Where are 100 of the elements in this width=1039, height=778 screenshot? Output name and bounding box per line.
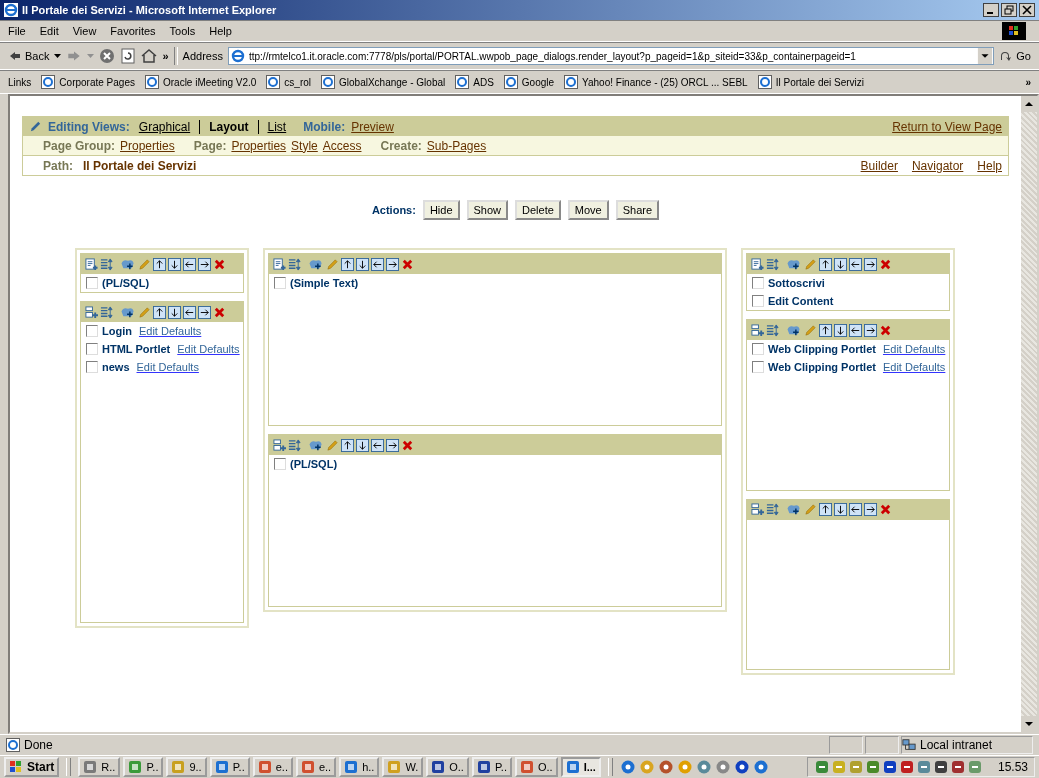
favorite-link[interactable]: Yahoo! Finance - (25) ORCL ... SEBL <box>564 75 748 89</box>
checkbox[interactable] <box>752 295 764 307</box>
menu-item[interactable]: Edit <box>39 25 59 37</box>
down-arrow-icon[interactable] <box>356 438 369 452</box>
page-icon[interactable] <box>144 75 159 89</box>
taskbar-button[interactable]: e.. <box>295 757 337 777</box>
app-icon[interactable] <box>431 760 446 774</box>
menu-item[interactable]: View <box>72 25 97 37</box>
reorder-icon[interactable] <box>288 257 301 271</box>
left-arrow-icon[interactable] <box>183 305 196 319</box>
view-tab[interactable]: Graphical <box>135 119 194 134</box>
up-arrow-icon[interactable] <box>819 323 832 337</box>
action-button[interactable]: Share <box>615 200 660 220</box>
taskbar-button[interactable]: I... <box>560 757 601 777</box>
app-icon[interactable] <box>128 760 143 774</box>
reorder-icon[interactable] <box>100 305 113 319</box>
dropdown-button[interactable] <box>977 48 994 64</box>
app-icon[interactable] <box>565 760 580 774</box>
taskbar-button[interactable]: e.. <box>252 757 293 777</box>
down-arrow-icon[interactable] <box>168 257 181 271</box>
add-box-icon[interactable] <box>85 305 98 319</box>
taskbar-button[interactable]: h.. <box>339 757 380 777</box>
reorder-icon[interactable] <box>100 257 113 271</box>
taskbar-button[interactable]: O.. <box>514 757 558 777</box>
menu-item[interactable]: File <box>8 25 26 37</box>
action-button[interactable]: Move <box>567 200 609 220</box>
action-button[interactable]: Hide <box>422 200 460 220</box>
left-arrow-icon[interactable] <box>849 257 862 271</box>
move-icon[interactable] <box>308 257 324 271</box>
down-arrow-icon[interactable] <box>834 257 847 271</box>
left-arrow-icon[interactable] <box>849 503 862 516</box>
checkbox[interactable] <box>752 277 764 289</box>
up-arrow-icon[interactable] <box>819 257 832 271</box>
back-arrow-icon[interactable] <box>8 49 22 63</box>
tray-icon[interactable] <box>932 759 949 775</box>
checkbox[interactable] <box>274 277 286 289</box>
favorite-link[interactable]: cs_rol <box>266 75 312 89</box>
favorite-link[interactable]: Corporate Pages <box>41 75 135 89</box>
right-arrow-icon[interactable] <box>386 257 399 271</box>
reorder-icon[interactable] <box>766 257 779 271</box>
taskbar-button[interactable]: P.. <box>471 757 512 777</box>
edit-defaults-link[interactable]: Edit Defaults <box>136 361 199 373</box>
taskbar-button[interactable]: R.. <box>78 757 121 777</box>
delete-icon[interactable] <box>401 257 414 271</box>
right-arrow-icon[interactable] <box>864 257 877 271</box>
address-field[interactable]: ttp://rmtelco1.it.oracle.com:7778/pls/portal/PORTAL.wwpob_page_dialogs.render_layout?p_pageid=1&p_siteid=33&p_containerpageid=1 <box>227 47 995 65</box>
go-button[interactable]: Go <box>999 49 1031 63</box>
reorder-icon[interactable] <box>766 323 779 337</box>
more-button[interactable]: » <box>1025 76 1031 88</box>
add-box-icon[interactable] <box>751 323 764 337</box>
tray-icon[interactable] <box>898 759 915 775</box>
add-page-icon[interactable] <box>751 257 764 271</box>
home-icon[interactable] <box>141 48 158 64</box>
page-icon[interactable] <box>266 75 281 89</box>
app-icon[interactable] <box>83 760 98 774</box>
view-tab[interactable]: List <box>264 119 290 134</box>
checkbox[interactable] <box>86 325 98 337</box>
start-button[interactable]: Start <box>4 757 60 777</box>
taskbar-button[interactable]: 9.. <box>166 757 207 777</box>
close-button[interactable] <box>1019 3 1035 17</box>
move-icon[interactable] <box>786 257 802 271</box>
quick-launch-icon[interactable] <box>733 759 750 775</box>
menu-item[interactable]: Favorites <box>110 25 156 37</box>
taskbar-button[interactable]: P.. <box>209 757 250 777</box>
taskbar-button[interactable]: P.. <box>123 757 164 777</box>
move-icon[interactable] <box>786 323 802 337</box>
checkbox[interactable] <box>86 343 98 355</box>
page-link[interactable]: Style <box>291 138 318 153</box>
edit-defaults-link[interactable]: Edit Defaults <box>138 325 202 337</box>
page-link[interactable]: Properties <box>231 138 287 153</box>
quick-launch-icon[interactable] <box>695 759 712 775</box>
scroll-down-button[interactable] <box>1021 716 1037 732</box>
app-icon[interactable] <box>300 760 315 774</box>
right-arrow-icon[interactable] <box>198 257 211 271</box>
checkbox[interactable] <box>86 361 98 373</box>
reorder-icon[interactable] <box>288 438 301 452</box>
app-icon[interactable] <box>476 760 491 774</box>
app-icon[interactable] <box>214 760 229 774</box>
favorite-link[interactable]: Google <box>503 75 555 89</box>
up-arrow-icon[interactable] <box>153 305 166 319</box>
tray-icon[interactable] <box>881 759 898 775</box>
page-link[interactable]: Properties <box>120 138 175 153</box>
add-page-icon[interactable] <box>85 257 98 271</box>
caret-icon[interactable] <box>54 54 62 58</box>
app-icon[interactable] <box>344 760 359 774</box>
go-arrow-icon[interactable] <box>999 49 1014 63</box>
view-tab[interactable]: Layout <box>206 119 252 134</box>
right-arrow-icon[interactable] <box>386 438 399 452</box>
add-box-icon[interactable] <box>273 438 286 452</box>
favorite-link[interactable]: Oracle iMeeting V2.0 <box>144 75 257 89</box>
checkbox[interactable] <box>752 343 764 355</box>
taskbar-button[interactable]: W. <box>382 757 424 777</box>
quick-launch-icon[interactable] <box>619 759 636 775</box>
menu-item[interactable]: Tools <box>169 25 196 37</box>
stop-icon[interactable] <box>99 48 116 64</box>
taskbar-button[interactable]: O.. <box>426 757 469 777</box>
right-arrow-icon[interactable] <box>198 305 211 319</box>
preview-link[interactable]: Preview <box>351 119 394 134</box>
left-arrow-icon[interactable] <box>371 438 384 452</box>
up-arrow-icon[interactable] <box>819 503 832 516</box>
